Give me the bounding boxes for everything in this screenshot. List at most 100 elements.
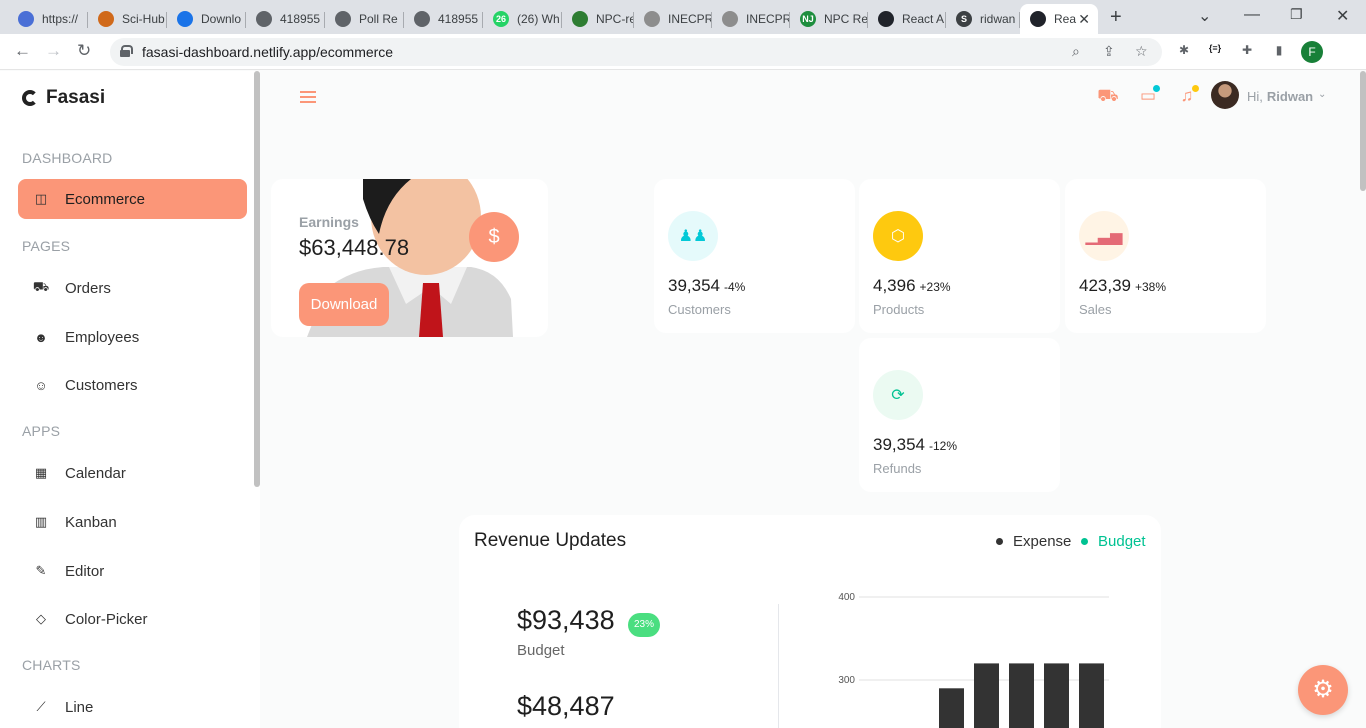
sidebar-item-ecommerce[interactable]: ◫ Ecommerce xyxy=(18,179,247,219)
revenue-bar[interactable] xyxy=(974,663,999,728)
user-avatar[interactable] xyxy=(1211,81,1239,109)
budget-value: $93,438 xyxy=(517,605,615,635)
sidebar-item-customers[interactable]: ☺ Customers xyxy=(18,365,247,405)
bar-chart-icon[interactable]: ▁▃▅ xyxy=(1079,211,1129,261)
revenue-bar[interactable] xyxy=(1079,663,1104,728)
side-panel-icon[interactable]: ▮ xyxy=(1270,43,1288,61)
box-icon[interactable]: ⬡ xyxy=(873,211,923,261)
lock-icon[interactable] xyxy=(120,45,133,57)
browser-tab[interactable]: 418955 xyxy=(246,4,325,34)
stat-card-sales: ▁▃▅ 423,39 +38% Sales xyxy=(1065,179,1266,333)
budget-badge: 23% xyxy=(628,613,660,637)
extension-json-icon[interactable]: {≡} xyxy=(1206,43,1224,61)
revenue-bar[interactable] xyxy=(939,688,964,728)
browser-tab[interactable]: React A xyxy=(868,4,946,34)
sidebar-item-label: Line xyxy=(65,698,94,716)
tab-favicon-icon xyxy=(98,11,114,27)
minimize-icon[interactable]: — xyxy=(1244,6,1260,24)
legend-budget: Budget xyxy=(1081,533,1146,550)
back-icon[interactable]: ← xyxy=(14,41,31,61)
sidebar-item-line[interactable]: ⟋ Line xyxy=(18,687,247,727)
calendar-icon: ▦ xyxy=(34,465,48,480)
revenue-bar[interactable] xyxy=(1009,663,1034,728)
tab-favicon-icon: NJ xyxy=(800,11,816,27)
tab-favicon-icon xyxy=(644,11,660,27)
url-text[interactable]: fasasi-dashboard.netlify.app/ecommerce xyxy=(142,44,393,60)
section-charts: CHARTS xyxy=(22,657,81,673)
tab-favicon-icon xyxy=(18,11,34,27)
section-dashboard: DASHBOARD xyxy=(22,150,113,166)
customers-icon[interactable]: ♟♟ xyxy=(668,211,718,261)
color-picker-icon: ◇ xyxy=(36,611,46,626)
menu-toggle-icon[interactable] xyxy=(300,91,316,103)
tab-favicon-icon xyxy=(1030,11,1046,27)
page-scrollbar[interactable] xyxy=(1360,71,1366,191)
restore-icon[interactable]: ❐ xyxy=(1290,6,1303,23)
browser-tab[interactable]: Downlo xyxy=(167,4,246,34)
dollar-icon[interactable]: $ xyxy=(469,212,519,262)
extensions-puzzle-icon[interactable]: ✚ xyxy=(1238,43,1256,61)
sidebar-item-label: Orders xyxy=(65,279,111,297)
tab-title: NPC-re xyxy=(596,12,634,26)
legend-label: Expense xyxy=(1013,533,1072,550)
stat-number: 39,354 xyxy=(873,435,925,454)
sidebar-item-label: Color-Picker xyxy=(65,610,148,628)
brand-logo[interactable]: Fasasi xyxy=(22,87,105,109)
tab-favicon-icon xyxy=(335,11,351,27)
greeting-text: Hi, xyxy=(1247,89,1263,104)
sidebar-item-color-picker[interactable]: ◇ Color-Picker xyxy=(18,599,247,639)
tab-favicon-icon xyxy=(414,11,430,27)
reload-icon[interactable]: ↻ xyxy=(77,41,91,61)
sidebar-item-orders[interactable]: ⛟ Orders xyxy=(18,268,247,308)
sidebar-scrollbar[interactable] xyxy=(254,71,260,487)
settings-gear-icon[interactable]: ⚙ xyxy=(1298,665,1348,715)
browser-tab[interactable]: NPC-re xyxy=(562,4,634,34)
new-tab-button[interactable]: + xyxy=(1110,6,1122,29)
browser-tab[interactable]: 26 (26) Wh xyxy=(483,4,562,34)
extension-bug-icon[interactable]: ✱ xyxy=(1175,43,1193,61)
tab-search-icon[interactable]: ⌄ xyxy=(1198,6,1211,26)
zoom-icon[interactable]: ⌕ xyxy=(1072,43,1080,60)
revenue-title: Revenue Updates xyxy=(474,530,627,551)
cart-icon[interactable]: ⛟ xyxy=(1097,86,1119,108)
legend-label: Budget xyxy=(1098,533,1146,550)
browser-tab[interactable]: Sridwan xyxy=(946,4,1020,34)
sidebar-item-label: Editor xyxy=(65,562,105,580)
browser-tab[interactable]: 418955 xyxy=(404,4,483,34)
stat-number: 423,39 xyxy=(1079,276,1131,295)
chevron-down-icon[interactable]: ⌄ xyxy=(1318,89,1326,100)
tab-title: Rea xyxy=(1054,12,1077,26)
sidebar-item-employees[interactable]: ☻ Employees xyxy=(18,317,247,357)
tab-favicon-icon xyxy=(177,11,193,27)
bookmark-star-icon[interactable]: ☆ xyxy=(1135,43,1148,60)
chat-badge-dot xyxy=(1153,85,1160,92)
refresh-icon[interactable]: ⟳ xyxy=(873,370,923,420)
tab-title: INECPR xyxy=(668,12,712,26)
close-window-icon[interactable]: ✕ xyxy=(1336,6,1349,26)
browser-tab[interactable]: NJ NPC Re xyxy=(790,4,868,34)
browser-tab[interactable]: Sci-Hub xyxy=(88,4,167,34)
download-button[interactable]: Download xyxy=(299,283,389,326)
tab-title: Poll Re xyxy=(359,12,398,26)
stat-percentage: +38% xyxy=(1135,280,1167,294)
revenue-bar[interactable] xyxy=(1044,663,1069,728)
shopping-bag-icon: ◫ xyxy=(34,191,48,206)
sidebar-item-editor[interactable]: ✎ Editor xyxy=(18,551,247,591)
share-icon[interactable]: ⇪ xyxy=(1103,43,1115,60)
browser-tab[interactable]: https:// xyxy=(8,4,88,34)
browser-tab[interactable]: Poll Re xyxy=(325,4,404,34)
profile-avatar[interactable]: F xyxy=(1301,41,1323,63)
sidebar-item-kanban[interactable]: ▥ Kanban xyxy=(18,502,247,542)
legend-expense: Expense xyxy=(996,533,1071,550)
close-tab-icon[interactable]: ✕ xyxy=(1078,11,1090,28)
sidebar-item-calendar[interactable]: ▦ Calendar xyxy=(18,453,247,493)
browser-tab[interactable]: Rea ✕ xyxy=(1020,4,1098,34)
stat-value: 4,396 +23% xyxy=(873,276,951,296)
user-greeting[interactable]: Hi, Ridwan xyxy=(1247,89,1313,104)
forward-icon[interactable]: → xyxy=(45,41,62,61)
stat-title: Products xyxy=(873,302,925,317)
browser-tab[interactable]: INECPR xyxy=(712,4,790,34)
revenue-bar-chart: 400 300 xyxy=(838,592,1109,728)
browser-tab[interactable]: INECPR xyxy=(634,4,712,34)
address-bar[interactable]: fasasi-dashboard.netlify.app/ecommerce ⌕… xyxy=(110,38,1162,66)
